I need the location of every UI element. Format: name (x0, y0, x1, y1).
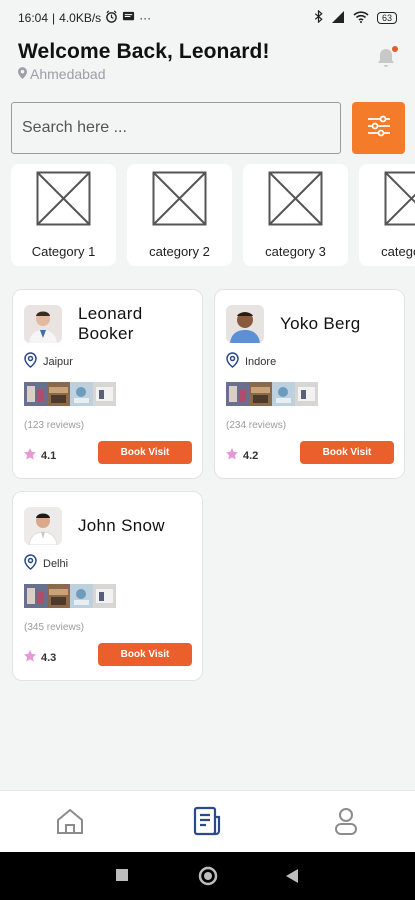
alarm-icon (105, 10, 118, 26)
rating-value: 4.1 (41, 449, 57, 462)
location-text: Ahmedabad (30, 66, 106, 82)
message-icon (122, 10, 135, 26)
book-visit-button[interactable]: Book Visit (98, 643, 192, 666)
image-placeholder-icon (384, 171, 415, 226)
clinic-photo (47, 382, 70, 406)
clinic-photo (226, 382, 249, 406)
status-left: 16:04 | 4.0KB/s ··· (18, 10, 151, 26)
photo-thumbnails (24, 584, 116, 608)
category-label: Category 1 (31, 244, 96, 259)
wifi-icon (353, 10, 369, 26)
rating-value: 4.3 (41, 651, 57, 664)
doctor-card[interactable]: Leonard Booker Jaipur (123 reviews) 4.1 … (12, 289, 203, 479)
category-card[interactable]: category 2 (127, 164, 232, 266)
rating: 4.3 (24, 650, 56, 665)
doctor-name: Leonard Booker (78, 304, 143, 343)
nav-document-icon[interactable] (191, 805, 223, 837)
category-label: category 3 (265, 244, 326, 259)
status-bar: 16:04 | 4.0KB/s ··· 63 (0, 0, 415, 36)
clinic-photo (47, 584, 70, 608)
doctor-location: Indore (226, 352, 276, 371)
location-pin-icon (18, 66, 27, 82)
book-visit-button[interactable]: Book Visit (300, 441, 394, 464)
clinic-photo (295, 382, 318, 406)
doctor-card[interactable]: Yoko Berg Indore (234 reviews) 4.2 Book … (214, 289, 405, 479)
home-circle-icon[interactable] (198, 866, 218, 891)
nav-profile-icon[interactable] (330, 805, 362, 837)
filter-button[interactable] (352, 102, 405, 154)
notification-dot (392, 46, 398, 52)
doctor-card[interactable]: John Snow Delhi (345 reviews) 4.3 Book V… (12, 491, 203, 681)
system-navigation-bar (0, 852, 415, 900)
review-count: (234 reviews) (226, 420, 287, 431)
category-label: category 4 (381, 244, 415, 259)
battery-indicator: 63 (376, 12, 397, 24)
clinic-photo (24, 382, 47, 406)
recents-square-icon[interactable] (115, 868, 129, 887)
filter-sliders-icon (366, 113, 392, 144)
clinic-photo (93, 382, 116, 406)
welcome-title: Welcome Back, Leonard! (18, 40, 270, 63)
rating: 4.2 (226, 448, 258, 463)
location-text: Delhi (43, 557, 69, 570)
doctor-name: Yoko Berg (280, 314, 361, 333)
category-label: category 2 (149, 244, 210, 259)
location-pin-icon (24, 352, 37, 371)
status-more: ··· (139, 11, 152, 25)
category-card[interactable]: category 3 (243, 164, 348, 266)
status-time: 16:04 (18, 11, 49, 25)
clinic-photo (93, 584, 116, 608)
signal-icon (331, 10, 345, 26)
bottom-navigation (0, 790, 415, 852)
user-location: Ahmedabad (18, 66, 398, 82)
image-placeholder-icon (268, 171, 323, 226)
avatar (24, 507, 62, 545)
network-speed: 4.0KB/s (59, 11, 102, 25)
header: Welcome Back, Leonard! Ahmedabad (18, 40, 398, 82)
review-count: (345 reviews) (24, 622, 85, 633)
avatar (24, 305, 62, 343)
star-icon (24, 448, 36, 463)
clinic-photo (70, 584, 93, 608)
review-count: (123 reviews) (24, 420, 85, 431)
doctor-name: John Snow (78, 516, 165, 535)
clinic-photo (249, 382, 272, 406)
doctor-location: Jaipur (24, 352, 73, 371)
doctor-location: Delhi (24, 554, 68, 573)
search-input[interactable] (11, 102, 341, 154)
clinic-photo (272, 382, 295, 406)
clinic-photo (70, 382, 93, 406)
star-icon (24, 650, 36, 665)
category-scroller[interactable]: Category 1 category 2 category 3 categor… (11, 164, 415, 268)
rating: 4.1 (24, 448, 56, 463)
location-pin-icon (24, 554, 37, 573)
image-placeholder-icon (36, 171, 91, 226)
category-card[interactable]: category 4 (359, 164, 415, 266)
star-icon (226, 448, 238, 463)
nav-home-icon[interactable] (54, 805, 86, 837)
status-right: 63 (314, 9, 397, 26)
clinic-photo (24, 584, 47, 608)
avatar (226, 305, 264, 343)
location-text: Indore (245, 355, 277, 368)
status-divider: | (52, 11, 56, 25)
photo-thumbnails (24, 382, 116, 406)
book-visit-button[interactable]: Book Visit (98, 441, 192, 464)
back-triangle-icon[interactable] (285, 868, 299, 889)
category-card[interactable]: Category 1 (11, 164, 116, 266)
search-row (11, 102, 405, 154)
rating-value: 4.2 (243, 449, 259, 462)
image-placeholder-icon (152, 171, 207, 226)
location-text: Jaipur (43, 355, 73, 368)
bluetooth-icon (314, 9, 323, 26)
photo-thumbnails (226, 382, 318, 406)
notification-bell-icon[interactable] (374, 46, 398, 70)
location-pin-icon (226, 352, 239, 371)
